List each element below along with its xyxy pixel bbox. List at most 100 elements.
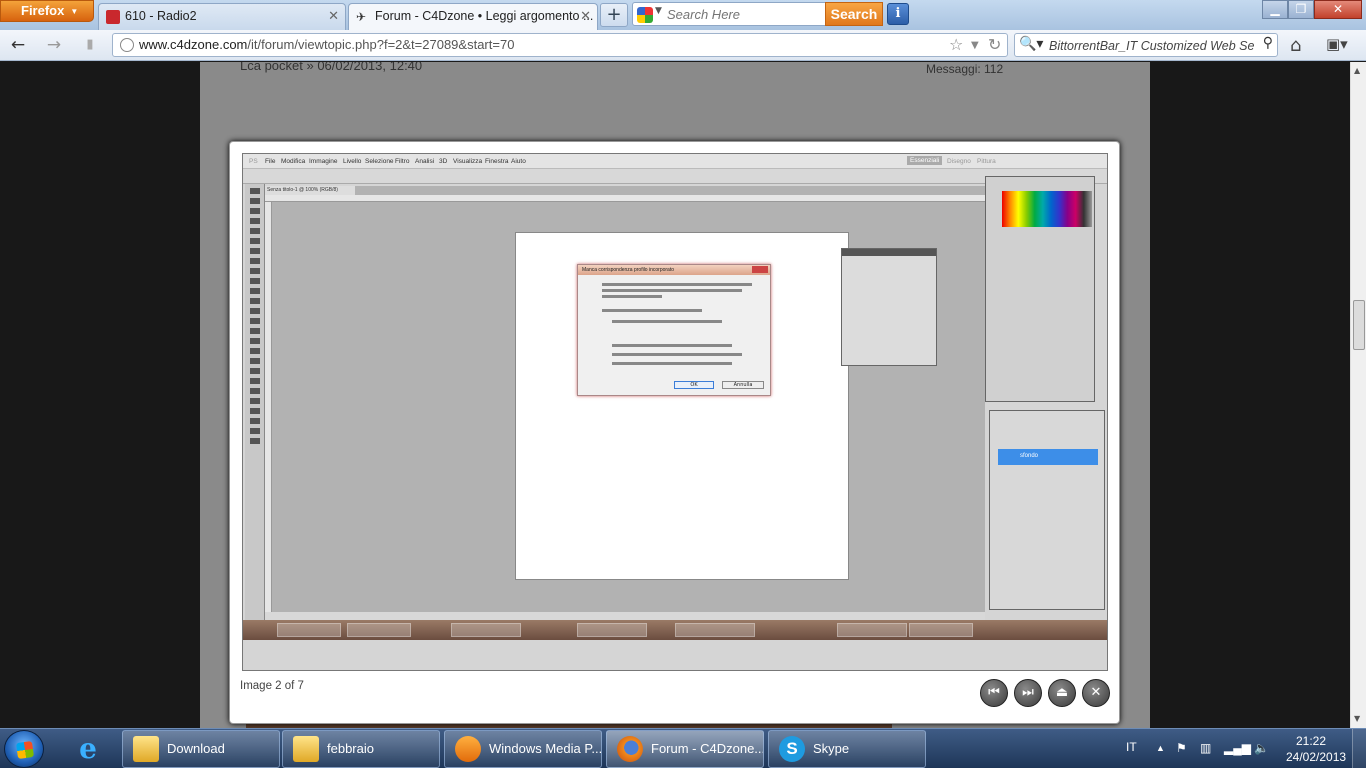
close-lightbox-button[interactable]: ✕ xyxy=(1082,679,1110,707)
taskbar-item-label: Skype xyxy=(813,741,850,756)
address-bar[interactable]: www.c4dzone.com/it/forum/viewtopic.php?f… xyxy=(112,33,1008,57)
vertical-ruler xyxy=(265,202,272,612)
photoshop-tools-panel xyxy=(245,184,265,620)
photoshop-menubar: PS File Modifica Immagine Livello Selezi… xyxy=(243,154,1107,169)
close-tab-icon[interactable]: ✕ xyxy=(580,4,591,28)
signal-bars-icon: ▮ xyxy=(86,37,94,52)
workspace-pittura: Pittura xyxy=(977,158,996,165)
reload-icon[interactable]: ↻ xyxy=(988,36,1001,54)
device-icon[interactable]: ▥ xyxy=(1200,741,1211,755)
workspace-disegno: Disegno xyxy=(947,158,971,165)
next-image-button[interactable]: ⏭ xyxy=(1014,679,1042,707)
search-button[interactable]: Search xyxy=(825,2,883,26)
radio2-favicon-icon xyxy=(106,10,120,24)
toolbar-web-search: 🔍▾ ⚲ xyxy=(1014,33,1278,57)
volume-icon[interactable]: 🔈 xyxy=(1254,741,1269,755)
skype-icon: S xyxy=(779,736,805,762)
search-icon[interactable]: ⚲ xyxy=(1263,35,1273,51)
menu-item: Visualizza xyxy=(453,158,483,165)
home-icon[interactable]: ⌂ xyxy=(1290,35,1301,56)
navigation-bar: ← → ▮ www.c4dzone.com/it/forum/viewtopic… xyxy=(0,30,1366,61)
taskbar-item-label: febbraio xyxy=(327,741,374,756)
document-tab: Senza titolo-1 @ 100% (RGB/8) xyxy=(265,186,355,195)
media-player-icon xyxy=(455,736,481,762)
taskbar-item-skype[interactable]: S Skype xyxy=(768,730,926,768)
image-lightbox: PS File Modifica Immagine Livello Selezi… xyxy=(229,141,1120,724)
photoshop-status-bar xyxy=(265,612,985,620)
layers-panel: sfondo xyxy=(989,410,1105,610)
menu-item: Aiuto xyxy=(511,158,526,165)
internet-explorer-icon[interactable]: e xyxy=(68,733,108,765)
action-center-flag-icon[interactable]: ⚑ xyxy=(1176,741,1187,755)
chevron-down-icon[interactable]: ▼ xyxy=(971,36,979,56)
menu-item: Modifica xyxy=(281,158,306,165)
show-hidden-icons-icon[interactable]: ▲ xyxy=(1156,743,1165,753)
taskbar-item-label: Download xyxy=(167,741,225,756)
tab-radio2[interactable]: 610 - Radio2 ✕ xyxy=(98,3,346,30)
chevron-down-icon[interactable]: ▼ xyxy=(655,6,662,16)
taskbar-item-download[interactable]: Download xyxy=(122,730,280,768)
taskbar-item-firefox[interactable]: Forum - C4Dzone... xyxy=(606,730,764,768)
page-content: Lca pocket » 06/02/2013, 12:40 Messaggi:… xyxy=(0,62,1350,728)
taskbar-item-media-player[interactable]: Windows Media P... xyxy=(444,730,602,768)
info-icon[interactable]: i xyxy=(887,3,909,25)
lightbox-image[interactable]: PS File Modifica Immagine Livello Selezi… xyxy=(242,153,1108,671)
layer-name: sfondo xyxy=(1020,453,1039,459)
search-input[interactable] xyxy=(667,6,817,23)
bookmarks-menu-icon[interactable]: ▣▾ xyxy=(1326,35,1348,53)
start-button[interactable] xyxy=(4,730,44,768)
search-engine-icon[interactable] xyxy=(637,7,653,23)
menu-item: Livello xyxy=(343,158,362,165)
previous-image-button[interactable]: ⏮ xyxy=(980,679,1008,707)
language-indicator[interactable]: IT xyxy=(1126,740,1137,754)
profile-mismatch-dialog: Manca corrispondenza profilo incorporato… xyxy=(577,264,771,396)
globe-icon xyxy=(120,38,134,52)
tab-forum[interactable]: ✈ Forum - C4Dzone • Leggi argomento ... … xyxy=(348,3,598,30)
forward-icon[interactable]: → xyxy=(42,35,66,55)
dialog-title: Manca corrispondenza profilo incorporato xyxy=(578,265,770,275)
scroll-down-icon[interactable]: ▼ xyxy=(1354,714,1360,723)
menu-item: Filtro xyxy=(395,158,410,165)
taskbar-item-febbraio[interactable]: febbraio xyxy=(282,730,440,768)
scrollbar-thumb[interactable] xyxy=(1353,300,1365,350)
tab-label: Forum - C4Dzone • Leggi argomento ... xyxy=(375,9,594,23)
ps-logo: PS xyxy=(249,158,258,165)
folder-icon xyxy=(293,736,319,762)
close-window-button[interactable]: ✕ xyxy=(1314,0,1362,19)
scroll-up-icon[interactable]: ▲ xyxy=(1354,66,1360,75)
back-icon[interactable]: ← xyxy=(6,35,30,55)
workspace-essenziali: Essenziali xyxy=(907,156,943,165)
menu-item: File xyxy=(265,158,276,165)
info-panel xyxy=(841,248,937,366)
slideshow-button[interactable]: ⏏ xyxy=(1048,679,1076,707)
chevron-down-icon: ▼ xyxy=(70,6,79,16)
screenshot-taskbar xyxy=(243,620,1107,640)
taskbar-item-label: Windows Media P... xyxy=(489,741,602,756)
dialog-ok-button: OK xyxy=(674,381,714,389)
menu-item: Immagine xyxy=(309,158,338,165)
web-search-input[interactable] xyxy=(1049,37,1254,54)
close-icon xyxy=(752,266,768,273)
close-tab-icon[interactable]: ✕ xyxy=(328,4,339,28)
network-signal-icon[interactable]: ▂▄▆ xyxy=(1224,741,1251,755)
menu-item: 3D xyxy=(439,158,448,165)
dialog-cancel-button: Annulla xyxy=(722,381,764,389)
clock-time[interactable]: 21:22 xyxy=(1296,734,1326,748)
bookmark-star-icon[interactable]: ☆ xyxy=(949,36,963,54)
minimize-button[interactable]: ▁ xyxy=(1262,0,1288,19)
horizontal-ruler xyxy=(265,195,985,202)
url-text[interactable]: www.c4dzone.com/it/forum/viewtopic.php?f… xyxy=(139,34,514,56)
page-scrollbar[interactable]: ▲ ▼ xyxy=(1350,62,1366,728)
clock-date[interactable]: 24/02/2013 xyxy=(1286,750,1346,764)
search-provider-icon[interactable]: 🔍▾ xyxy=(1019,36,1043,52)
c4dzone-favicon-icon: ✈ xyxy=(356,10,367,24)
photoshop-options-bar xyxy=(243,169,1107,184)
menu-item: Analisi xyxy=(415,158,435,165)
show-desktop-button[interactable] xyxy=(1352,729,1366,768)
taskbar-item-label: Forum - C4Dzone... xyxy=(651,741,764,756)
selected-layer: sfondo xyxy=(998,449,1098,465)
new-tab-button[interactable]: + xyxy=(600,3,628,27)
firefox-menu-button[interactable]: Firefox ▼ xyxy=(0,0,94,22)
system-tray: IT ▲ ⚑ ▥ ▂▄▆ 🔈 21:22 24/02/2013 xyxy=(1120,729,1366,768)
restore-button[interactable]: ❐ xyxy=(1288,0,1314,19)
